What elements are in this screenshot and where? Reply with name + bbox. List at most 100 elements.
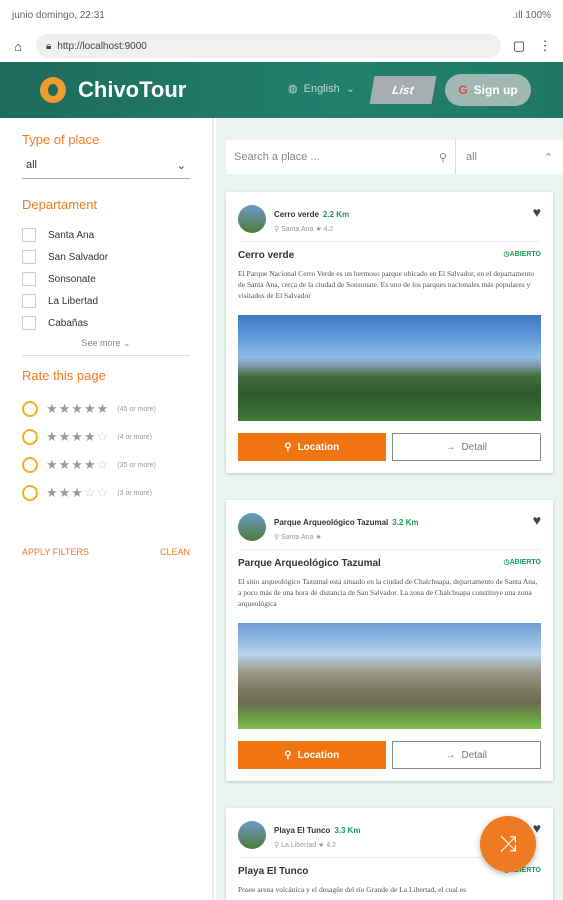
place-name: Playa El Tunco	[274, 826, 331, 835]
place-photo	[238, 315, 541, 421]
card-title: Parque Arqueológico Tazumal	[238, 558, 381, 569]
search-icon[interactable]: ⚲	[439, 151, 447, 164]
star-icon: ★	[315, 226, 322, 233]
dept-label: San Salvador	[48, 251, 109, 263]
chevron-down-icon: ⌄	[345, 83, 355, 95]
list-button[interactable]: List	[369, 76, 437, 104]
chevron-up-icon: ⌃	[543, 151, 553, 164]
rate-label: (35 or more)	[117, 461, 156, 469]
place-dept: Santa Ana	[281, 226, 314, 233]
dept-checkbox[interactable]: Santa Ana	[22, 224, 190, 246]
shuffle-icon: ⤨	[499, 831, 517, 856]
card-description: Posee arena volcánica y el desagüe del r…	[238, 885, 467, 894]
card-header: Parque Arqueológico Tazumal 3.2 Km ⚲ Sant…	[238, 512, 541, 550]
checkbox[interactable]	[22, 272, 36, 286]
place-card: Cerro verde 2.2 Km ⚲ Santa Ana ★ 4.2 ♥ Ce…	[226, 192, 553, 473]
dept-checkbox[interactable]: Sonsonate	[22, 268, 190, 290]
dept-label: Sonsonate	[48, 273, 96, 285]
rate-option[interactable]: ★★★★☆ (35 or more)	[22, 451, 190, 479]
dept-checkbox[interactable]: La Libertad	[22, 290, 190, 312]
arrow-right-icon: →	[445, 749, 456, 761]
detail-button[interactable]: → Detail	[391, 433, 541, 461]
rating: 4.2	[326, 842, 337, 849]
lock-icon: 🔒︎	[46, 40, 52, 52]
status-label: ABIERTO	[509, 559, 541, 566]
home-icon[interactable]: ⌂	[10, 39, 26, 54]
signup-button[interactable]: G Sign up	[445, 74, 531, 106]
place-photo	[238, 623, 541, 729]
radio[interactable]	[22, 485, 38, 501]
dept-checkbox[interactable]: Cabañas	[22, 312, 190, 334]
detail-label: Detail	[461, 749, 488, 761]
star-icons: ★★★☆☆	[46, 485, 110, 500]
search-input[interactable]: Search a place ... ⚲	[226, 140, 456, 174]
shuffle-button[interactable]: ⤨	[480, 816, 536, 872]
radio[interactable]	[22, 457, 38, 473]
apply-filters-button[interactable]: APPLY FILTERS	[22, 547, 89, 557]
dept-checkbox[interactable]: San Salvador	[22, 246, 190, 268]
card-title: Cerro verde	[238, 250, 295, 261]
url-text: http://localhost:9000	[57, 40, 147, 52]
arrow-right-icon: →	[445, 441, 456, 453]
search-placeholder: Search a place ...	[234, 151, 320, 163]
radio[interactable]	[22, 401, 38, 417]
globe-icon: ◍	[288, 83, 298, 95]
dept-label: La Libertad	[48, 295, 99, 307]
distance: 3.3 Km	[334, 826, 361, 835]
checkbox[interactable]	[22, 316, 36, 330]
address-bar[interactable]: 🔒︎ http://localhost:9000	[36, 34, 501, 58]
location-button[interactable]: ⚲ Location	[238, 741, 386, 769]
heart-icon[interactable]: ♥	[533, 204, 541, 220]
rate-option[interactable]: ★★★★☆ (4 or more)	[22, 423, 190, 451]
see-more-link[interactable]: See more ⌄	[22, 338, 190, 349]
pin-icon: ⚲	[274, 534, 280, 541]
place-card: Parque Arqueológico Tazumal 3.2 Km ⚲ Sant…	[226, 500, 553, 781]
see-more-label: See more	[81, 338, 121, 348]
distance: 3.2 Km	[392, 518, 419, 527]
card-title: Playa El Tunco	[238, 866, 309, 877]
language-select[interactable]: ◍ English ⌄	[288, 82, 355, 96]
app-header: ChivoTour ◍ English ⌄ List G Sign up	[0, 62, 563, 118]
rate-label: (45 or more)	[117, 405, 156, 413]
detail-button[interactable]: → Detail	[391, 741, 541, 769]
dept-title: Departament	[22, 197, 98, 212]
rating: 4.2	[323, 226, 334, 233]
location-label: Location	[297, 749, 340, 761]
place-name: Cerro verde	[274, 210, 319, 219]
card-header: Cerro verde 2.2 Km ⚲ Santa Ana ★ 4.2 ♥	[238, 204, 541, 242]
radio[interactable]	[22, 429, 38, 445]
type-value: all	[26, 159, 38, 171]
heart-icon[interactable]: ♥	[533, 512, 541, 528]
pin-icon: ⚲	[274, 226, 280, 233]
type-select[interactable]: all ⌄	[22, 159, 190, 179]
list-label: List	[391, 83, 415, 97]
filter-sidebar: Type of place all ⌄ Departament Santa An…	[0, 118, 214, 900]
checkbox[interactable]	[22, 294, 36, 308]
google-icon: G	[458, 83, 468, 97]
rate-option[interactable]: ★★★☆☆ (3 or more)	[22, 479, 190, 507]
checkbox[interactable]	[22, 228, 36, 242]
checkbox[interactable]	[22, 250, 36, 264]
type-title: Type of place	[22, 132, 100, 147]
status-bar: junio domingo, 22:31 .ıll 100%	[0, 0, 563, 30]
category-value: all	[466, 150, 478, 163]
rate-label: (3 or more)	[117, 489, 152, 497]
star-icons: ★★★★☆	[46, 457, 110, 472]
distance: 2.2 Km	[322, 210, 350, 219]
menu-icon[interactable]: ⋮	[537, 38, 553, 54]
tabs-icon[interactable]: ▢	[511, 38, 527, 54]
location-button[interactable]: ⚲ Location	[238, 433, 386, 461]
browser-toolbar: ⌂ 🔒︎ http://localhost:9000 ▢ ⋮	[0, 30, 563, 62]
star-icon: ★	[315, 534, 322, 541]
filter-actions: APPLY FILTERS CLEAN	[22, 547, 190, 557]
signup-label: Sign up	[473, 83, 518, 97]
location-label: Location	[297, 441, 340, 453]
clean-button[interactable]: CLEAN	[160, 547, 190, 557]
results-panel: Search a place ... ⚲ all ⌃ Cerro verde 2.…	[216, 118, 563, 900]
divider	[22, 355, 190, 356]
rate-option[interactable]: ★★★★★ (45 or more)	[22, 395, 190, 423]
place-dept: Santa Ana	[281, 534, 314, 541]
category-select[interactable]: all ⌃	[456, 151, 563, 164]
rate-title: Rate this page	[22, 368, 106, 383]
pin-icon: ⚲	[274, 842, 280, 849]
